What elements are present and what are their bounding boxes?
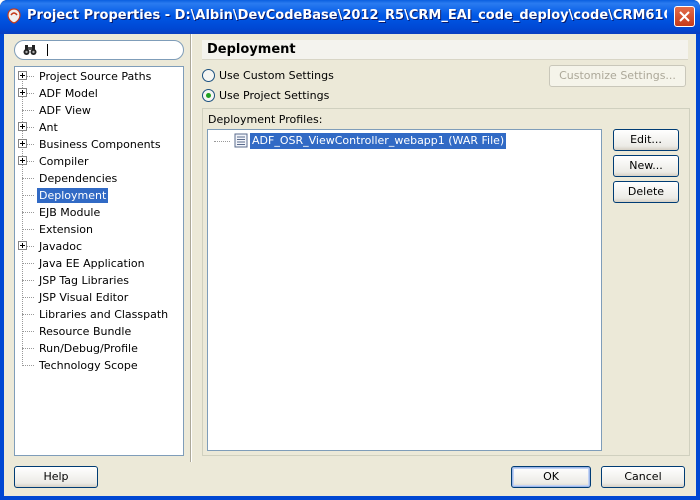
close-icon xyxy=(679,11,690,22)
window-frame-right xyxy=(696,34,700,500)
tree-item[interactable]: Ant xyxy=(15,119,183,136)
dialog-window: Project Properties - D:\Albin\DevCodeBas… xyxy=(0,0,700,500)
tree-item[interactable]: ADF Model xyxy=(15,85,183,102)
edit-button[interactable]: Edit... xyxy=(613,129,679,151)
tree-item-label: JSP Tag Libraries xyxy=(39,274,129,287)
tree-item-label: Ant xyxy=(39,121,58,134)
tree-item[interactable]: Technology Scope xyxy=(15,357,183,374)
tree-connector xyxy=(22,195,34,196)
tree-item[interactable]: Libraries and Classpath xyxy=(15,306,183,323)
binoculars-icon xyxy=(23,45,37,55)
tree-item[interactable]: Compiler xyxy=(15,153,183,170)
expand-icon[interactable] xyxy=(18,71,27,80)
tree-item[interactable]: Project Source Paths xyxy=(15,68,183,85)
deployment-profiles-list[interactable]: ADF_OSR_ViewController_webapp1 (WAR File… xyxy=(207,129,602,451)
tree-item[interactable]: Extension xyxy=(15,221,183,238)
tree-item-label: ADF View xyxy=(39,104,91,117)
category-tree[interactable]: Project Source Paths ADF Model ADF View Ant… xyxy=(14,66,184,456)
radio-label-project: Use Project Settings xyxy=(219,89,330,102)
tree-item-label: Technology Scope xyxy=(39,359,138,372)
expand-icon[interactable] xyxy=(18,139,27,148)
cancel-button[interactable]: Cancel xyxy=(601,466,685,488)
title-bar[interactable]: Project Properties - D:\Albin\DevCodeBas… xyxy=(0,0,700,34)
tree-item[interactable]: Java EE Application xyxy=(15,255,183,272)
tree-connector xyxy=(22,331,34,332)
tree-item[interactable]: Deployment xyxy=(15,187,183,204)
text-caret xyxy=(47,44,48,56)
radio-checked[interactable] xyxy=(202,89,215,102)
tree-item[interactable]: Business Components xyxy=(15,136,183,153)
tree-connector xyxy=(22,314,34,315)
tree-item-label: Resource Bundle xyxy=(39,325,132,338)
app-icon xyxy=(7,8,21,24)
radio-unchecked[interactable] xyxy=(202,69,215,82)
tree-item[interactable]: Javadoc xyxy=(15,238,183,255)
expand-icon[interactable] xyxy=(18,156,27,165)
tree-item-label: Libraries and Classpath xyxy=(39,308,169,321)
tree-item-label: Java EE Application xyxy=(39,257,145,270)
delete-button[interactable]: Delete xyxy=(613,181,679,203)
expand-icon[interactable] xyxy=(18,88,27,97)
tree-item-label: Deployment xyxy=(37,188,109,203)
window-title: Project Properties - D:\Albin\DevCodeBas… xyxy=(27,8,667,23)
tree-connector xyxy=(22,212,34,213)
radio-label-custom: Use Custom Settings xyxy=(219,69,334,82)
deployment-profiles-label: Deployment Profiles: xyxy=(208,113,323,126)
tree-connector xyxy=(22,297,34,298)
tree-item[interactable]: JSP Visual Editor xyxy=(15,289,183,306)
tree-item[interactable]: Run/Debug/Profile xyxy=(15,340,183,357)
tree-item-label: ADF Model xyxy=(39,87,98,100)
splitter[interactable] xyxy=(190,34,192,462)
search-input[interactable] xyxy=(14,40,184,60)
tree-item[interactable]: EJB Module xyxy=(15,204,183,221)
tree-item-label: Dependencies xyxy=(39,172,118,185)
tree-item-label: Run/Debug/Profile xyxy=(39,342,138,355)
close-button[interactable] xyxy=(674,6,695,27)
tree-item[interactable]: ADF View xyxy=(15,102,183,119)
tree-connector xyxy=(214,141,230,142)
tree-connector xyxy=(22,365,34,366)
new-button[interactable]: New... xyxy=(613,155,679,177)
tree-item-label: EJB Module xyxy=(39,206,101,219)
ok-button[interactable]: OK xyxy=(511,466,591,488)
tree-connector xyxy=(22,178,34,179)
tree-item-label: Compiler xyxy=(39,155,89,168)
tree-item[interactable]: JSP Tag Libraries xyxy=(15,272,183,289)
profile-label: ADF_OSR_ViewController_webapp1 (WAR File… xyxy=(250,133,507,149)
tree-connector xyxy=(22,110,34,111)
panel-header: Deployment xyxy=(202,40,688,60)
help-button[interactable]: Help xyxy=(14,466,98,488)
tree-connector xyxy=(22,263,34,264)
tree-item-label: Extension xyxy=(39,223,94,236)
expand-icon[interactable] xyxy=(18,241,27,250)
tree-item-label: Javadoc xyxy=(39,240,82,253)
customize-settings-button[interactable]: Customize Settings... xyxy=(549,65,686,87)
use-custom-settings-radio[interactable]: Use Custom Settings xyxy=(202,68,402,84)
tree-item-label: Business Components xyxy=(39,138,161,151)
tree-item-label: JSP Visual Editor xyxy=(39,291,129,304)
dialog-client: Project Source Paths ADF Model ADF View Ant… xyxy=(4,34,696,496)
window-frame-bottom xyxy=(0,496,700,500)
tree-item[interactable]: Resource Bundle xyxy=(15,323,183,340)
tree-item-label: Project Source Paths xyxy=(39,70,152,83)
page-title: Deployment xyxy=(207,42,296,57)
use-project-settings-radio[interactable]: Use Project Settings xyxy=(202,88,402,104)
tree-connector xyxy=(22,229,34,230)
tree-connector xyxy=(22,348,34,349)
tree-connector xyxy=(22,280,34,281)
expand-icon[interactable] xyxy=(18,122,27,131)
war-file-icon xyxy=(234,133,248,148)
tree-item[interactable]: Dependencies xyxy=(15,170,183,187)
